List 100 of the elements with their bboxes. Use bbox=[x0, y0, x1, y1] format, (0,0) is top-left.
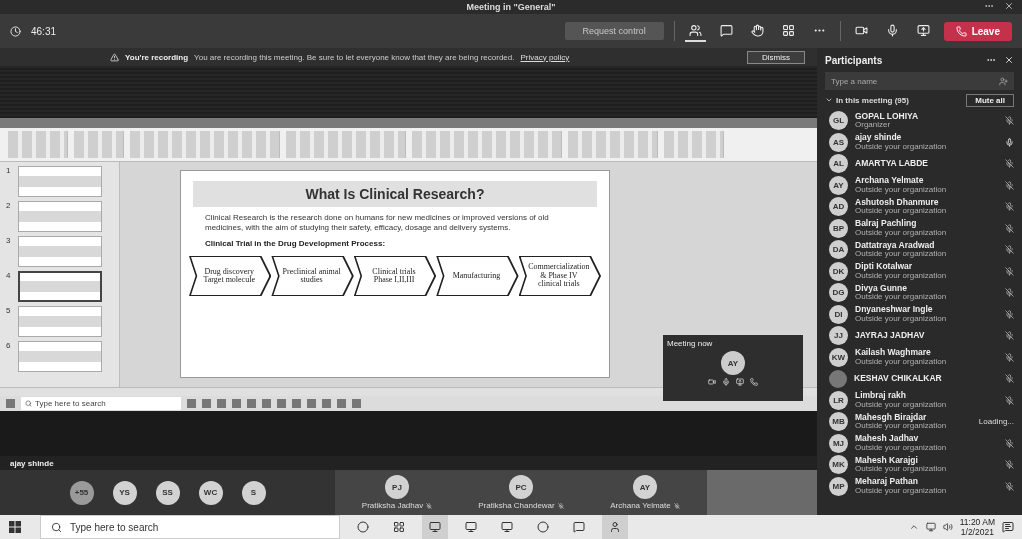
avatar: SS bbox=[155, 480, 180, 505]
participant-role: Outside your organization bbox=[855, 293, 948, 302]
avatar: BP bbox=[829, 218, 848, 238]
search-field[interactable]: Type a name bbox=[825, 72, 1014, 90]
slide-thumbnail[interactable] bbox=[18, 306, 102, 337]
participant-name: Archana Yelmate bbox=[610, 501, 671, 510]
participant-role: Outside your organization bbox=[855, 465, 948, 474]
grid-icon bbox=[781, 23, 795, 37]
participant-role: Outside your organization bbox=[855, 422, 948, 431]
section-header[interactable]: In this meeting (95) bbox=[836, 95, 909, 105]
participant-name[interactable]: Limbraj rakh bbox=[855, 391, 998, 401]
people-icon bbox=[688, 23, 702, 37]
person-icon bbox=[609, 521, 621, 533]
slide-thumbnail[interactable] bbox=[18, 271, 102, 302]
process-step: Drug discovery Target molecule bbox=[189, 256, 272, 296]
monitor-icon[interactable] bbox=[501, 521, 513, 533]
add-person-icon[interactable] bbox=[999, 76, 1008, 86]
network-icon[interactable] bbox=[925, 522, 936, 532]
microphone-icon[interactable] bbox=[722, 378, 730, 386]
grid-icon[interactable] bbox=[393, 521, 405, 533]
dismiss-button[interactable]: Dismiss bbox=[747, 50, 805, 64]
slide-thumbnail[interactable] bbox=[18, 341, 102, 372]
circle-icon[interactable] bbox=[537, 521, 549, 533]
search-field[interactable]: Type here to search bbox=[40, 515, 340, 539]
chevron-icon[interactable] bbox=[825, 96, 833, 104]
avatar: LR bbox=[829, 390, 848, 410]
mute-all-button[interactable]: Mute all bbox=[966, 93, 1014, 107]
banner-message: You are recording this meeting. Be sure to let everyone know that they are being recorded. bbox=[194, 52, 515, 62]
participant-name[interactable]: Balraj Pachling bbox=[855, 219, 998, 229]
close-icon[interactable] bbox=[1004, 1, 1014, 11]
slide-subtitle: Clinical Trial in the Drug Development Process: bbox=[205, 239, 387, 248]
participant-name[interactable]: Dnyaneshwar Ingle bbox=[855, 305, 998, 315]
clock[interactable]: 11:20 AM 1/2/2021 bbox=[959, 517, 995, 537]
avatar: S bbox=[241, 480, 266, 505]
avatar: AY bbox=[721, 351, 745, 375]
monitor-icon bbox=[429, 521, 441, 533]
participant-name[interactable]: Dipti Kotalwar bbox=[855, 262, 998, 272]
chat-icon bbox=[719, 23, 733, 37]
camera-icon[interactable] bbox=[708, 378, 716, 386]
process-step: Commercialization & Phase IV clinical trials bbox=[518, 256, 602, 296]
participant-name[interactable]: Mahesh Jadhav bbox=[855, 434, 998, 444]
share-screen-icon[interactable] bbox=[736, 378, 744, 386]
slide-number: 2 bbox=[6, 201, 12, 210]
avatar: PC bbox=[509, 475, 533, 499]
slide-number: 4 bbox=[6, 271, 12, 280]
participant-name[interactable]: Divya Gunne bbox=[855, 283, 998, 293]
participant-name[interactable]: AMARTYA LABDE bbox=[855, 159, 998, 169]
participant-name[interactable]: ajay shinde bbox=[855, 133, 998, 143]
slide-thumbnail[interactable] bbox=[18, 166, 102, 197]
slide-number: 6 bbox=[6, 341, 12, 350]
participant-name[interactable]: Ashutosh Dhanmure bbox=[855, 197, 998, 207]
participant-name[interactable]: JAYRAJ JADHAV bbox=[855, 331, 998, 341]
avatar: GL bbox=[829, 111, 848, 131]
participant-name[interactable]: Mahesgh Birajdar bbox=[855, 412, 972, 422]
slide-thumbnail[interactable] bbox=[18, 236, 102, 267]
search-field[interactable]: Type here to search bbox=[21, 397, 181, 410]
participant-role: Outside your organization bbox=[855, 486, 948, 496]
privacy-policy-link[interactable]: Privacy policy bbox=[520, 52, 570, 62]
slide-number: 5 bbox=[6, 306, 12, 315]
participant-name[interactable]: KESHAV CHIKALKAR bbox=[854, 374, 998, 384]
more-participants-count[interactable]: +55 bbox=[69, 480, 94, 505]
muted-mic-icon bbox=[1005, 395, 1014, 405]
search-icon bbox=[25, 400, 32, 407]
participant-name[interactable]: Mahesh Karajgi bbox=[855, 455, 998, 465]
clock-icon bbox=[10, 25, 21, 37]
start-icon[interactable] bbox=[6, 399, 15, 408]
hang-up-icon[interactable] bbox=[750, 378, 758, 386]
participant-name[interactable]: Dattatraya Aradwad bbox=[855, 240, 998, 250]
taskbar-app-button[interactable] bbox=[422, 515, 448, 539]
participant-name[interactable]: Kailash Waghmare bbox=[855, 348, 998, 358]
notifications-icon[interactable] bbox=[1002, 521, 1014, 533]
taskbar-app-button[interactable] bbox=[602, 515, 628, 539]
circle-icon[interactable] bbox=[357, 521, 369, 533]
presenter-name: ajay shinde bbox=[9, 458, 55, 470]
windows-icon bbox=[9, 521, 21, 533]
participant-role: Outside your organization bbox=[855, 185, 948, 195]
slide-thumbnail[interactable] bbox=[18, 201, 102, 232]
participant-name: Pratiksha Chandewar bbox=[478, 501, 555, 510]
tray-chevron-icon[interactable] bbox=[908, 522, 919, 532]
participant-role: Outside your organization bbox=[855, 357, 948, 367]
participant-role: Outside your organization bbox=[855, 314, 948, 324]
status-text: Loading... bbox=[978, 417, 1014, 427]
process-step: Clinical trials Phase I,II,III bbox=[353, 256, 437, 296]
participant-name[interactable]: Meharaj Pathan bbox=[855, 477, 998, 487]
participant-name[interactable]: Archana Yelmate bbox=[855, 176, 998, 186]
participant-role: Outside your organization bbox=[855, 250, 948, 259]
participant-name: Pratiksha Jadhav bbox=[361, 501, 424, 510]
muted-mic-icon bbox=[1005, 245, 1014, 255]
close-icon[interactable] bbox=[1004, 55, 1014, 65]
participant-role: Outside your organization bbox=[855, 443, 948, 453]
volume-icon[interactable] bbox=[942, 522, 953, 532]
avatar: AY bbox=[829, 175, 848, 195]
microphone-icon bbox=[885, 23, 899, 37]
muted-mic-icon bbox=[673, 502, 680, 509]
monitor-icon[interactable] bbox=[465, 521, 477, 533]
chat-icon[interactable] bbox=[573, 521, 585, 533]
participant-name[interactable]: GOPAL LOHIYA bbox=[855, 111, 998, 121]
muted-mic-icon bbox=[1005, 116, 1014, 126]
leave-button[interactable]: Leave bbox=[943, 21, 1012, 41]
avatar: KW bbox=[829, 347, 848, 367]
